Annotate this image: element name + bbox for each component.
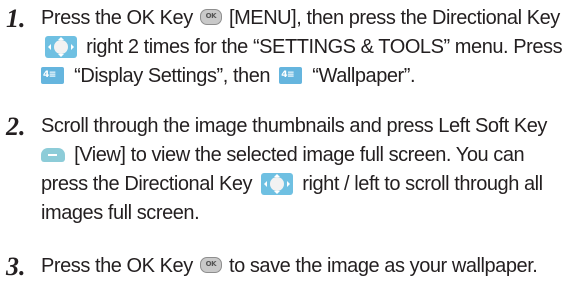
ok-key-icon (199, 257, 222, 273)
tab-key-icon (41, 67, 64, 84)
tab-key-icon (279, 67, 303, 84)
step-line: press the Directional Key right / left t… (41, 173, 543, 195)
step-line: Press the OK Key to save the image as yo… (41, 252, 538, 281)
step-line: Scroll through the image thumbnails and … (41, 115, 547, 137)
step-number: 3. (6, 252, 26, 281)
step-line: “Display Settings”, then “Wallpaper”. (41, 62, 416, 91)
step-line: [View] to view the selected image full s… (41, 141, 525, 170)
step-number: 2. (6, 112, 26, 141)
step-line: Press the OK Key [MENU], then press the … (41, 4, 560, 33)
step-line: images full screen. (41, 202, 200, 224)
step-number: 1. (6, 4, 26, 33)
step-line: right 2 times for the “SETTINGS & TOOLS”… (41, 33, 563, 62)
ok-key-icon (199, 9, 222, 25)
directional-key-icon (261, 173, 294, 195)
directional-key-icon (45, 36, 77, 58)
left-soft-key-icon (41, 148, 65, 162)
